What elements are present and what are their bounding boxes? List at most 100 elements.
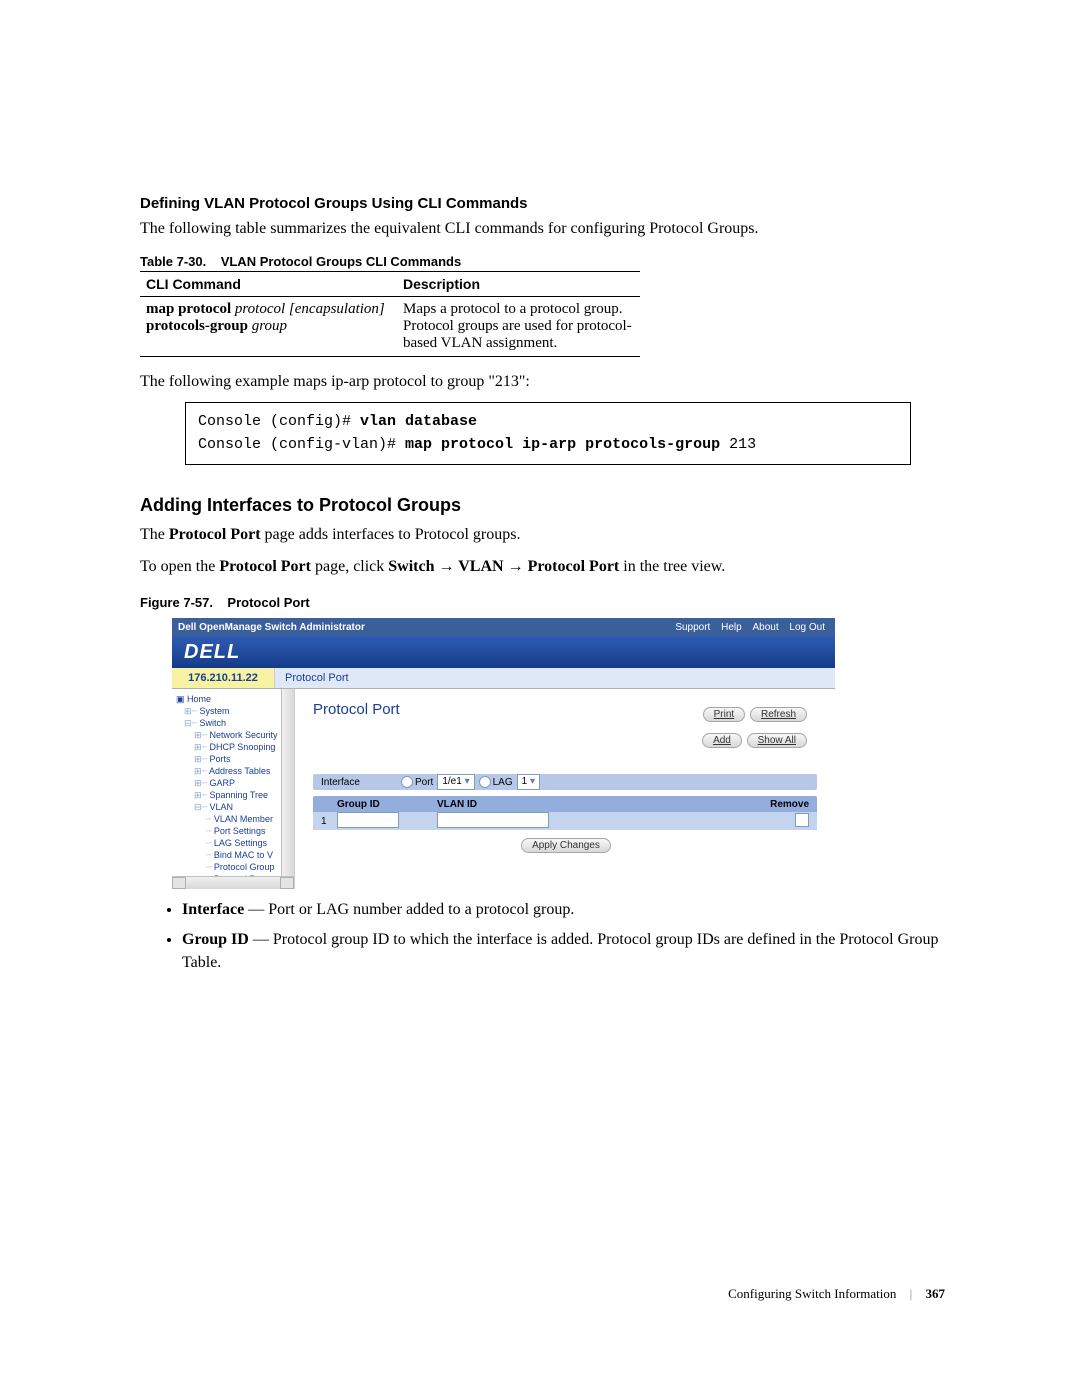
th-cli-command: CLI Command (140, 271, 397, 296)
frag: page, click (311, 558, 388, 575)
th-remove: Remove (770, 799, 809, 810)
arrow: → (504, 558, 528, 575)
tree-vlan[interactable]: VLAN (209, 802, 233, 812)
lag-label: LAG (493, 777, 513, 788)
frag: VLAN (458, 558, 503, 575)
cmd-arg-2: group (252, 318, 287, 334)
tree-garp[interactable]: GARP (209, 778, 235, 788)
inner-table-row: 1 (313, 812, 817, 830)
field-definitions-list: Interface — Port or LAG number added to … (140, 898, 950, 974)
fig-caption-num: Figure 7-57. (140, 595, 213, 610)
main-panel: Protocol Port Print Refresh Add Show All… (295, 689, 835, 889)
apply-changes-button[interactable]: Apply Changes (521, 838, 611, 853)
frag: The (140, 526, 169, 543)
device-ip: 176.210.11.22 (172, 668, 275, 688)
interface-bar: Interface Port 1/e1 LAG 1 (313, 774, 817, 790)
frag: in the tree view. (619, 558, 725, 575)
inner-table-header: Group ID VLAN ID Remove (313, 796, 817, 812)
breadcrumb: Protocol Port (275, 668, 835, 688)
th-vlan-id: VLAN ID (437, 799, 617, 810)
frag: Switch (388, 558, 434, 575)
tree-spanning-tree[interactable]: Spanning Tree (209, 790, 268, 800)
th-group-id: Group ID (337, 799, 437, 810)
table-caption-title: VLAN Protocol Groups CLI Commands (221, 254, 462, 269)
remove-checkbox[interactable] (795, 813, 809, 827)
tree-network-security[interactable]: Network Security (209, 730, 277, 740)
window-title: Dell OpenManage Switch Administrator (178, 622, 365, 633)
frag: page adds interfaces to Protocol groups. (261, 526, 521, 543)
frag: Protocol Port (528, 558, 620, 575)
frag: Protocol Port (219, 558, 311, 575)
nav-logout[interactable]: Log Out (789, 622, 825, 633)
arrow: → (435, 558, 459, 575)
tree-vlan-member[interactable]: VLAN Member (214, 814, 273, 824)
tree-lag-settings[interactable]: LAG Settings (214, 838, 267, 848)
con-l2-cmd: map protocol ip-arp protocols-group (405, 436, 720, 453)
interface-label: Interface (321, 777, 401, 788)
frag: Protocol Port (169, 526, 261, 543)
page-footer: Configuring Switch Information | 367 (728, 1286, 945, 1302)
tree-scrollbar-vertical[interactable] (281, 689, 294, 877)
cli-commands-table: CLI Command Description map protocol pro… (140, 271, 640, 357)
list-item: Interface — Port or LAG number added to … (182, 898, 950, 921)
tree-system[interactable]: System (199, 706, 229, 716)
port-radio[interactable] (401, 776, 413, 788)
fig-caption-title: Protocol Port (227, 595, 309, 610)
term-group-id: Group ID (182, 931, 249, 948)
lag-select[interactable]: 1 (517, 774, 540, 790)
table-caption: Table 7-30. VLAN Protocol Groups CLI Com… (140, 254, 950, 269)
showall-button[interactable]: Show All (747, 733, 807, 748)
list-item: Group ID — Protocol group ID to which th… (182, 928, 950, 974)
tree-home[interactable]: Home (187, 694, 211, 704)
section-heading-1: Defining VLAN Protocol Groups Using CLI … (140, 195, 950, 212)
cmd-keyword-1: map protocol (146, 301, 231, 317)
table-row: map protocol protocol [encapsulation] pr… (140, 296, 640, 356)
footer-page-number: 367 (926, 1286, 946, 1301)
nav-help[interactable]: Help (721, 622, 742, 633)
p-open-path: To open the Protocol Port page, click Sw… (140, 556, 950, 578)
refresh-button[interactable]: Refresh (750, 707, 807, 722)
footer-divider: | (910, 1286, 913, 1301)
nav-about[interactable]: About (752, 622, 778, 633)
def-interface: — Port or LAG number added to a protocol… (244, 901, 574, 918)
example-lead: The following example maps ip-arp protoc… (140, 371, 950, 393)
cmd-keyword-2: protocols-group (146, 318, 248, 334)
con-l2-prompt: Console (config-vlan)# (198, 436, 405, 453)
table-caption-num: Table 7-30. (140, 254, 206, 269)
tree-switch[interactable]: Switch (199, 718, 226, 728)
frag: To open the (140, 558, 219, 575)
con-l1-cmd: vlan database (360, 413, 477, 430)
cmd-arg-1: protocol [encapsulation] (235, 301, 385, 317)
th-description: Description (397, 271, 640, 296)
brand-logo: DELL (172, 636, 835, 668)
screenshot-protocol-port: Dell OpenManage Switch Administrator Sup… (172, 618, 835, 888)
con-l2-arg: 213 (720, 436, 756, 453)
section-heading-2: Adding Interfaces to Protocol Groups (140, 495, 950, 516)
cmd-description: Maps a protocol to a protocol group. Pro… (397, 296, 640, 356)
tree-address-tables[interactable]: Address Tables (209, 766, 270, 776)
print-button[interactable]: Print (703, 707, 746, 722)
tree-ports[interactable]: Ports (209, 754, 230, 764)
nav-tree[interactable]: ▣ Home ⊞┈ System ⊟┈ Switch ⊞┈ Network Se… (172, 689, 295, 889)
port-select[interactable]: 1/e1 (437, 774, 474, 790)
lag-radio[interactable] (479, 776, 491, 788)
console-block: Console (config)# vlan database Console … (185, 402, 911, 465)
add-button[interactable]: Add (702, 733, 742, 748)
p-protocol-port-intro: The Protocol Port page adds interfaces t… (140, 524, 950, 546)
tree-bind-mac[interactable]: Bind MAC to V (214, 850, 273, 860)
def-group-id: — Protocol group ID to which the interfa… (182, 931, 938, 971)
term-interface: Interface (182, 901, 244, 918)
tree-dhcp-snooping[interactable]: DHCP Snooping (209, 742, 275, 752)
tree-protocol-group[interactable]: Protocol Group (214, 862, 275, 872)
footer-section: Configuring Switch Information (728, 1286, 896, 1301)
tree-scrollbar-horizontal[interactable] (172, 876, 294, 889)
figure-caption: Figure 7-57. Protocol Port (140, 595, 950, 610)
port-label: Port (415, 777, 433, 788)
intro-text-1: The following table summarizes the equiv… (140, 218, 950, 240)
row-index: 1 (321, 816, 337, 827)
vlanid-input[interactable] (437, 812, 549, 828)
groupid-input[interactable] (337, 812, 399, 828)
nav-support[interactable]: Support (675, 622, 710, 633)
con-l1-prompt: Console (config)# (198, 413, 360, 430)
tree-port-settings[interactable]: Port Settings (214, 826, 266, 836)
